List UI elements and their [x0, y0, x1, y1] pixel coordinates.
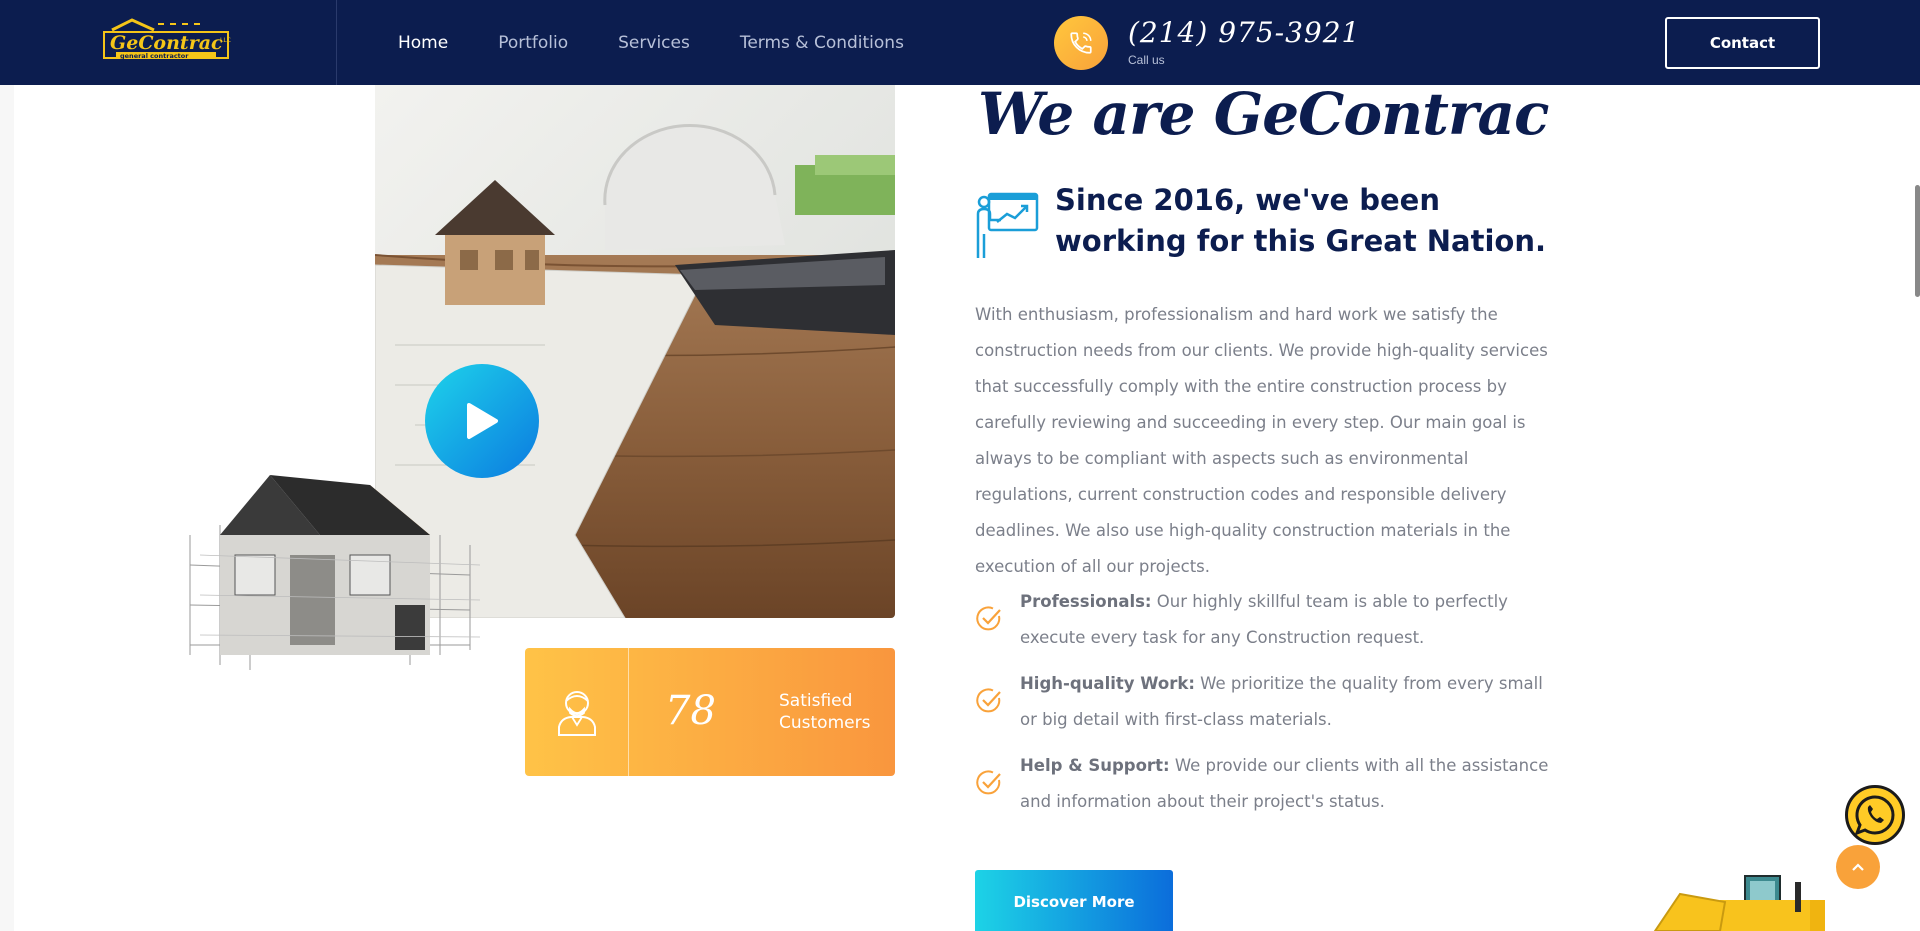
nav-home[interactable]: Home [398, 33, 448, 53]
check-circle-icon [976, 688, 1001, 713]
site-logo[interactable]: GeContrac LLC general contractor [98, 18, 238, 66]
svg-text:GeContrac: GeContrac [110, 32, 223, 54]
site-header: GeContrac LLC general contractor Home Po… [0, 0, 1920, 85]
call-us-label: Call us [1128, 53, 1165, 67]
svg-text:general contractor: general contractor [120, 52, 189, 60]
house-model-image [180, 455, 490, 680]
nav-services[interactable]: Services [618, 33, 690, 53]
stat-number: 78 [665, 688, 716, 734]
bulldozer-image [1650, 872, 1830, 931]
stat-icon-box [525, 648, 629, 776]
list-item: Professionals: Our highly skillful team … [975, 584, 1555, 656]
customer-icon [557, 691, 596, 736]
discover-more-button[interactable]: Discover More [975, 870, 1173, 931]
presentation-chart-icon [975, 190, 1041, 260]
feature-title: Help & Support: [1020, 756, 1170, 775]
chevron-up-icon [1852, 863, 1864, 871]
feature-title: High-quality Work: [1020, 674, 1195, 693]
whatsapp-icon [1854, 795, 1895, 836]
svg-text:LLC: LLC [220, 37, 231, 44]
feature-title: Professionals: [1020, 592, 1152, 611]
check-circle-icon [976, 606, 1001, 631]
nav-portfolio[interactable]: Portfolio [498, 33, 568, 53]
contact-button[interactable]: Contact [1665, 17, 1820, 69]
header-divider [336, 0, 337, 85]
section-heading: We are GeContrac [978, 80, 1549, 148]
video-play-button[interactable] [425, 364, 539, 478]
stat-label: Satisfied Customers [779, 691, 871, 733]
about-body-text: With enthusiasm, professionalism and har… [975, 305, 1548, 576]
list-item: High-quality Work: We prioritize the qua… [975, 666, 1555, 738]
page-scrollbar[interactable] [1915, 185, 1920, 297]
list-item: Help & Support: We provide our clients w… [975, 748, 1555, 820]
play-icon [467, 403, 498, 439]
phone-icon[interactable] [1054, 16, 1108, 70]
scroll-to-top-button[interactable] [1836, 845, 1880, 889]
since-subheading: Since 2016, we've been working for this … [1055, 183, 1547, 258]
nav-terms[interactable]: Terms & Conditions [740, 33, 904, 53]
main-nav: Home Portfolio Services Terms & Conditio… [398, 0, 904, 85]
left-edge-strip [0, 85, 14, 931]
phone-number[interactable]: (214) 975-3921 [1128, 16, 1360, 49]
check-circle-icon [976, 770, 1001, 795]
satisfied-customers-card: 78 Satisfied Customers [525, 648, 895, 776]
feature-list: Professionals: Our highly skillful team … [975, 584, 1555, 830]
whatsapp-button[interactable] [1845, 785, 1905, 845]
